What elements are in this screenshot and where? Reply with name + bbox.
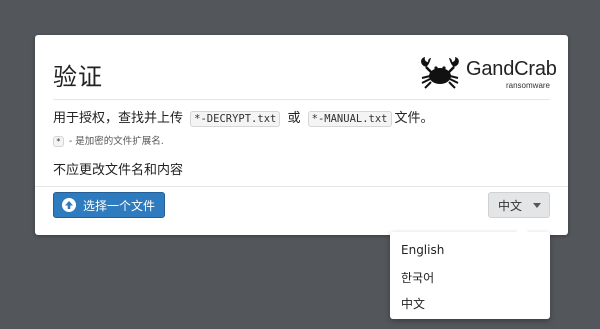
instruction-prefix: 用于授权，查找并上传	[53, 111, 184, 126]
language-option-english[interactable]: English	[401, 243, 444, 257]
decrypt-filename: *-DECRYPT.txt	[190, 111, 281, 127]
instruction-or: 或	[287, 111, 301, 126]
logo-subtitle: ransomware	[505, 81, 550, 90]
language-option-chinese[interactable]: 中文	[401, 295, 425, 312]
warning-text: 不应更改文件名和内容	[53, 163, 184, 178]
language-current-label: 中文	[498, 198, 523, 213]
crab-icon	[421, 57, 459, 89]
select-file-button[interactable]: 选择一个文件	[53, 192, 165, 218]
wildcard-code: *	[53, 136, 64, 147]
manual-filename: *-MANUAL.txt	[307, 111, 392, 127]
extension-note: * - 是加密的文件扩展名.	[53, 133, 164, 147]
gandcrab-logo: GandCrab ransomware	[418, 55, 557, 91]
footer-divider	[35, 186, 568, 187]
extension-note-text: - 是加密的文件扩展名.	[68, 136, 164, 147]
instruction-suffix: 文件。	[394, 111, 434, 126]
upload-arrow-icon	[62, 198, 76, 212]
language-option-korean[interactable]: 한국어	[401, 269, 434, 286]
dialog-title: 验证	[53, 63, 103, 91]
instruction-text: 用于授权，查找并上传 *-DECRYPT.txt 或 *-MANUAL.txt 文…	[53, 107, 434, 127]
logo-wordmark: GandCrab	[466, 58, 557, 80]
language-select-button[interactable]: 中文	[488, 192, 550, 218]
caret-down-icon	[533, 202, 542, 208]
verification-dialog: 验证 GandCrab ransomware 用于授权，查找并上传 *-DECR…	[35, 35, 568, 235]
header-divider	[53, 99, 550, 100]
select-file-label: 选择一个文件	[83, 198, 156, 213]
language-dropdown-menu: English 한국어 中文	[390, 226, 550, 319]
